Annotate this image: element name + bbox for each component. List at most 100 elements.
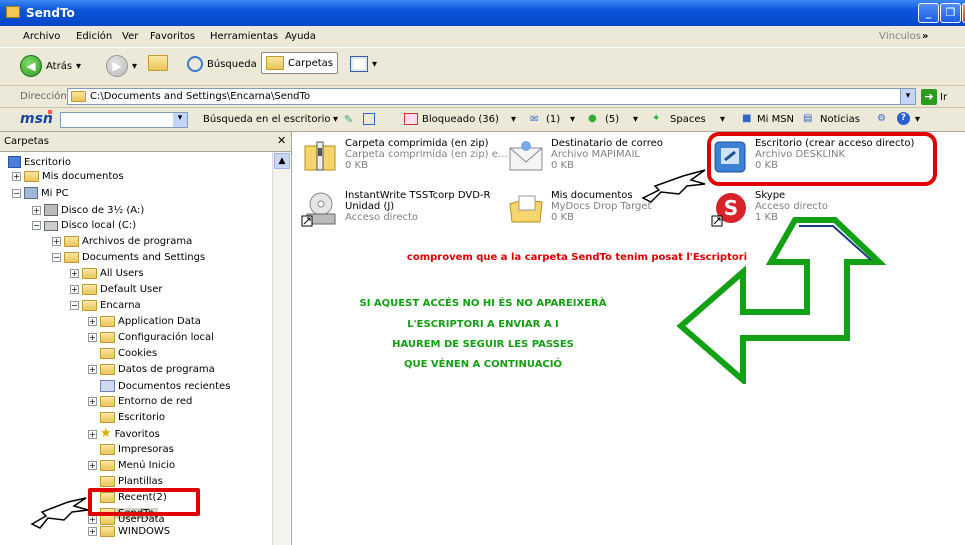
tree-item[interactable]: − Encarna <box>70 300 141 311</box>
edit-icon[interactable] <box>363 113 375 125</box>
maximize-button[interactable]: ❐ <box>940 3 961 23</box>
expand-icon[interactable]: + <box>88 397 97 406</box>
desktop-icon <box>8 156 21 168</box>
dropdown-arrow-icon[interactable]: ▾ <box>570 114 575 125</box>
tree-item-label: Disco de 3½ (A:) <box>61 204 145 216</box>
tree-item[interactable]: Escritorio <box>8 156 71 168</box>
tree-item[interactable]: Cookies <box>100 348 157 359</box>
views-button[interactable]: ▾ <box>350 56 377 72</box>
dropdown-arrow-icon[interactable]: ▾ <box>132 61 137 72</box>
tree-item[interactable]: + Menú Inicio <box>88 460 175 471</box>
menu-favoritos[interactable]: Favoritos <box>150 31 195 42</box>
tree-item[interactable]: + Application Data <box>88 316 201 327</box>
forward-button[interactable]: ▶ ▾ <box>106 55 137 77</box>
expand-icon[interactable]: + <box>12 172 21 181</box>
tree-item[interactable]: − Documents and Settings <box>52 252 205 263</box>
tree-item[interactable]: + Configuración local <box>88 332 214 343</box>
address-dropdown-icon[interactable]: ▾ <box>900 89 915 104</box>
highlighter-icon[interactable]: ✎ <box>344 113 353 126</box>
zip-folder-icon <box>304 141 336 171</box>
tree-item[interactable]: + ★ Favoritos <box>88 427 160 440</box>
dropdown-arrow-icon[interactable]: ▾ <box>915 114 920 125</box>
expand-icon[interactable]: + <box>88 333 97 342</box>
mimsn-button[interactable]: Mi MSN <box>757 114 794 125</box>
links-menu[interactable]: Vínculos <box>879 31 921 42</box>
expand-icon[interactable]: + <box>52 237 61 246</box>
tree-item[interactable]: − Mi PC <box>12 187 69 199</box>
dropdown-arrow-icon[interactable]: ▾ <box>333 114 338 125</box>
chevron-more-icon[interactable]: » <box>922 31 928 42</box>
tree-item[interactable]: Impresoras <box>100 444 174 455</box>
back-button[interactable]: ◀ Atrás ▾ <box>20 55 81 77</box>
news-button[interactable]: Noticias <box>820 114 860 125</box>
tree-item[interactable]: + Default User <box>70 284 163 295</box>
collapse-icon[interactable]: − <box>12 188 21 198</box>
folders-button[interactable]: Carpetas <box>261 52 338 74</box>
spaces-button[interactable]: Spaces <box>670 114 706 125</box>
dropdown-arrow-icon[interactable]: ▾ <box>76 61 81 72</box>
tree-item[interactable]: + Disco de 3½ (A:) <box>32 204 144 216</box>
address-field[interactable]: C:\Documents and Settings\Encarna\SendTo… <box>67 88 916 105</box>
msn-toolbar: msn ▾ Búsqueda en el escritorio ▾ ✎ Bloq… <box>0 108 965 132</box>
my-documents-icon <box>509 195 543 223</box>
dropdown-arrow-icon[interactable]: ▾ <box>511 114 516 125</box>
folders-pane-header: Carpetas ✕ <box>0 132 291 152</box>
menu-edicion[interactable]: Edición <box>76 31 112 42</box>
help-icon[interactable]: ? <box>897 112 910 125</box>
mail-count[interactable]: (1) <box>546 114 560 125</box>
menu-ayuda[interactable]: Ayuda <box>285 31 316 42</box>
search-button[interactable]: Búsqueda <box>187 56 257 72</box>
expand-icon[interactable]: + <box>70 269 79 278</box>
dropdown-arrow-icon: ▾ <box>372 58 378 70</box>
expand-icon[interactable]: + <box>88 317 97 326</box>
collapse-icon[interactable]: − <box>32 221 41 230</box>
file-type: Archivo MAPIMAIL <box>551 149 640 160</box>
dropdown-arrow-icon[interactable]: ▾ <box>633 114 638 125</box>
collapse-icon[interactable]: − <box>52 253 61 262</box>
up-folder-button[interactable] <box>148 55 168 71</box>
tree-item[interactable]: Documentos recientes <box>100 380 230 392</box>
expand-icon[interactable]: + <box>32 205 41 215</box>
tree-item[interactable]: + All Users <box>70 268 144 279</box>
up-folder-icon <box>148 55 168 71</box>
popup-blocked-button[interactable]: Bloqueado (36) <box>422 114 499 125</box>
dropdown-arrow-icon[interactable]: ▾ <box>720 114 725 125</box>
scroll-up-icon[interactable]: ▲ <box>274 153 290 169</box>
minimize-button[interactable]: _ <box>918 3 939 23</box>
msn-butterfly-icon <box>48 110 52 114</box>
folder-icon <box>82 300 97 311</box>
menu-archivo[interactable]: Archivo <box>23 31 60 42</box>
tree-item[interactable]: Escritorio <box>100 412 165 423</box>
file-name: Destinatario de correo <box>551 138 663 149</box>
tree-item[interactable]: + WINDOWS <box>88 526 170 537</box>
desktop-search-button[interactable]: Búsqueda en el escritorio <box>203 114 330 125</box>
options-icon[interactable]: ⚙ <box>877 113 886 124</box>
file-item-zip[interactable]: Carpeta comprimida (en zip) Carpeta comp… <box>301 138 507 176</box>
expand-icon[interactable]: + <box>70 285 79 294</box>
menu-ver[interactable]: Ver <box>122 31 138 42</box>
file-item-my-documents[interactable]: Mis documentos MyDocs Drop Target 0 KB <box>507 190 651 228</box>
collapse-icon[interactable]: − <box>70 301 79 310</box>
tree-item[interactable]: Plantillas <box>100 476 163 487</box>
tree-item-label: Mi PC <box>41 187 69 199</box>
tree-item[interactable]: + Mis documentos <box>12 171 124 182</box>
expand-icon[interactable]: + <box>88 461 97 470</box>
msn-search-field[interactable]: ▾ <box>60 112 188 128</box>
expand-icon[interactable]: + <box>88 365 97 374</box>
scrollbar[interactable]: ▲ <box>272 152 290 545</box>
file-item-dvd-drive[interactable]: InstantWrite TSSTcorp DVD-R Unidad (J) A… <box>301 190 505 228</box>
messenger-count[interactable]: (5) <box>605 114 619 125</box>
go-button[interactable]: ➔ Ir <box>921 89 947 105</box>
tree-item[interactable]: − Disco local (C:) <box>32 220 136 231</box>
expand-icon[interactable]: + <box>88 429 97 439</box>
desktop-shortcut-highlight-box <box>707 132 937 186</box>
tree-item[interactable]: + Archivos de programa <box>52 236 192 247</box>
back-arrow-icon: ◀ <box>20 55 42 77</box>
tree-item-label: All Users <box>100 268 144 279</box>
tree-item[interactable]: + Datos de programa <box>88 364 215 375</box>
tree-item[interactable]: + Entorno de red <box>88 396 192 407</box>
chevron-down-icon[interactable]: ▾ <box>173 113 187 127</box>
close-pane-icon[interactable]: ✕ <box>277 134 286 147</box>
menu-herramientas[interactable]: Herramientas <box>210 31 278 42</box>
messenger-icon: ● <box>588 113 597 124</box>
